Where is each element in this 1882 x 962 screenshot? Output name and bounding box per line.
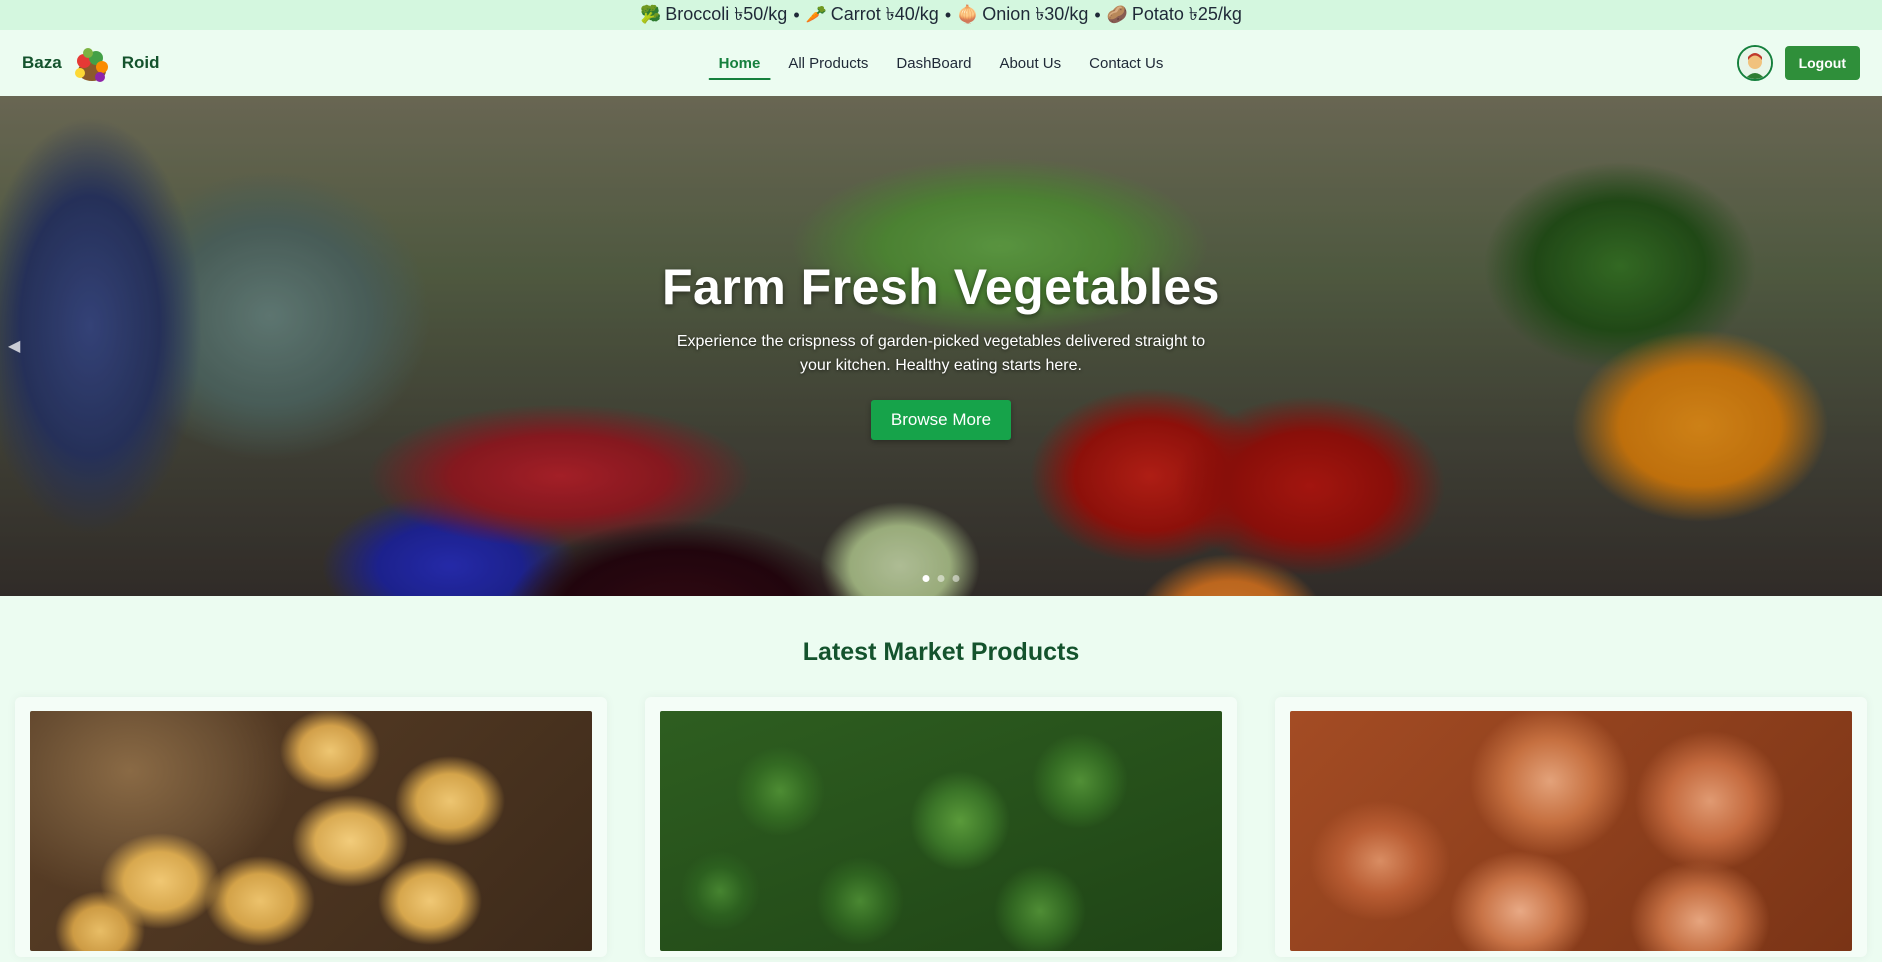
hero-subtitle: Experience the crispness of garden-picke… xyxy=(676,333,1206,374)
logout-button[interactable]: Logout xyxy=(1784,46,1860,80)
broccoli-image xyxy=(660,711,1222,951)
ticker-separator: • xyxy=(1094,4,1101,25)
potato-image xyxy=(30,711,592,951)
ticker-item-onion: 🧅 Onion ৳30/kg xyxy=(957,3,1089,25)
carousel-prev-icon[interactable]: ◀ xyxy=(8,336,20,356)
product-grid xyxy=(0,697,1882,957)
nav-contact-us[interactable]: Contact Us xyxy=(1077,45,1175,82)
ticker-separator: • xyxy=(944,4,952,25)
nav-all-products[interactable]: All Products xyxy=(776,45,880,82)
brand-logo[interactable]: Baza Roid xyxy=(22,41,159,85)
product-card-onion[interactable] xyxy=(1275,697,1867,957)
ticker-item-potato: 🥔 Potato ৳25/kg xyxy=(1106,3,1242,25)
hero-carousel: ◀ Farm Fresh Vegetables Experience the c… xyxy=(0,96,1882,596)
nav-dashboard[interactable]: DashBoard xyxy=(884,45,983,82)
hero-title: Farm Fresh Vegetables xyxy=(662,259,1220,315)
brand-name-right: Roid xyxy=(121,53,160,72)
carrot-icon: 🥕 xyxy=(805,4,827,25)
product-card-potato[interactable] xyxy=(15,697,607,957)
navbar: Baza Roid Home All Products DashBoard Ab… xyxy=(0,30,1882,96)
ticker-item-broccoli: 🥦 Broccoli ৳50/kg xyxy=(640,3,788,25)
user-avatar[interactable] xyxy=(1736,45,1773,81)
broccoli-icon: 🥦 xyxy=(640,4,662,25)
price-ticker: 🥦 Broccoli ৳50/kg • 🥕 Carrot ৳40/kg • 🧅 Oni… xyxy=(0,0,1882,30)
brand-name-left: Baza xyxy=(22,53,62,72)
carousel-dot[interactable] xyxy=(952,575,960,582)
nav-menu: Home All Products DashBoard About Us Con… xyxy=(707,30,1176,96)
section-title: Latest Market Products xyxy=(802,638,1080,666)
carousel-dot[interactable] xyxy=(922,575,930,582)
ticker-separator: • xyxy=(793,4,800,25)
ticker-item-carrot: 🥕 Carrot ৳40/kg xyxy=(805,3,939,25)
carousel-indicators xyxy=(922,575,960,582)
potato-icon: 🥔 xyxy=(1106,4,1128,25)
vegetable-basket-icon xyxy=(68,41,116,85)
onion-image xyxy=(1290,711,1852,951)
carousel-dot[interactable] xyxy=(937,575,945,582)
hero-content: Farm Fresh Vegetables Experience the cri… xyxy=(0,258,1882,440)
product-card-broccoli[interactable] xyxy=(645,697,1237,957)
browse-more-button[interactable]: Browse More xyxy=(870,400,1012,440)
nav-about-us[interactable]: About Us xyxy=(987,45,1073,82)
user-avatar-icon xyxy=(1738,47,1771,79)
nav-home[interactable]: Home xyxy=(707,45,773,82)
user-area: Logout xyxy=(1736,45,1860,81)
onion-icon: 🧅 xyxy=(957,4,979,25)
